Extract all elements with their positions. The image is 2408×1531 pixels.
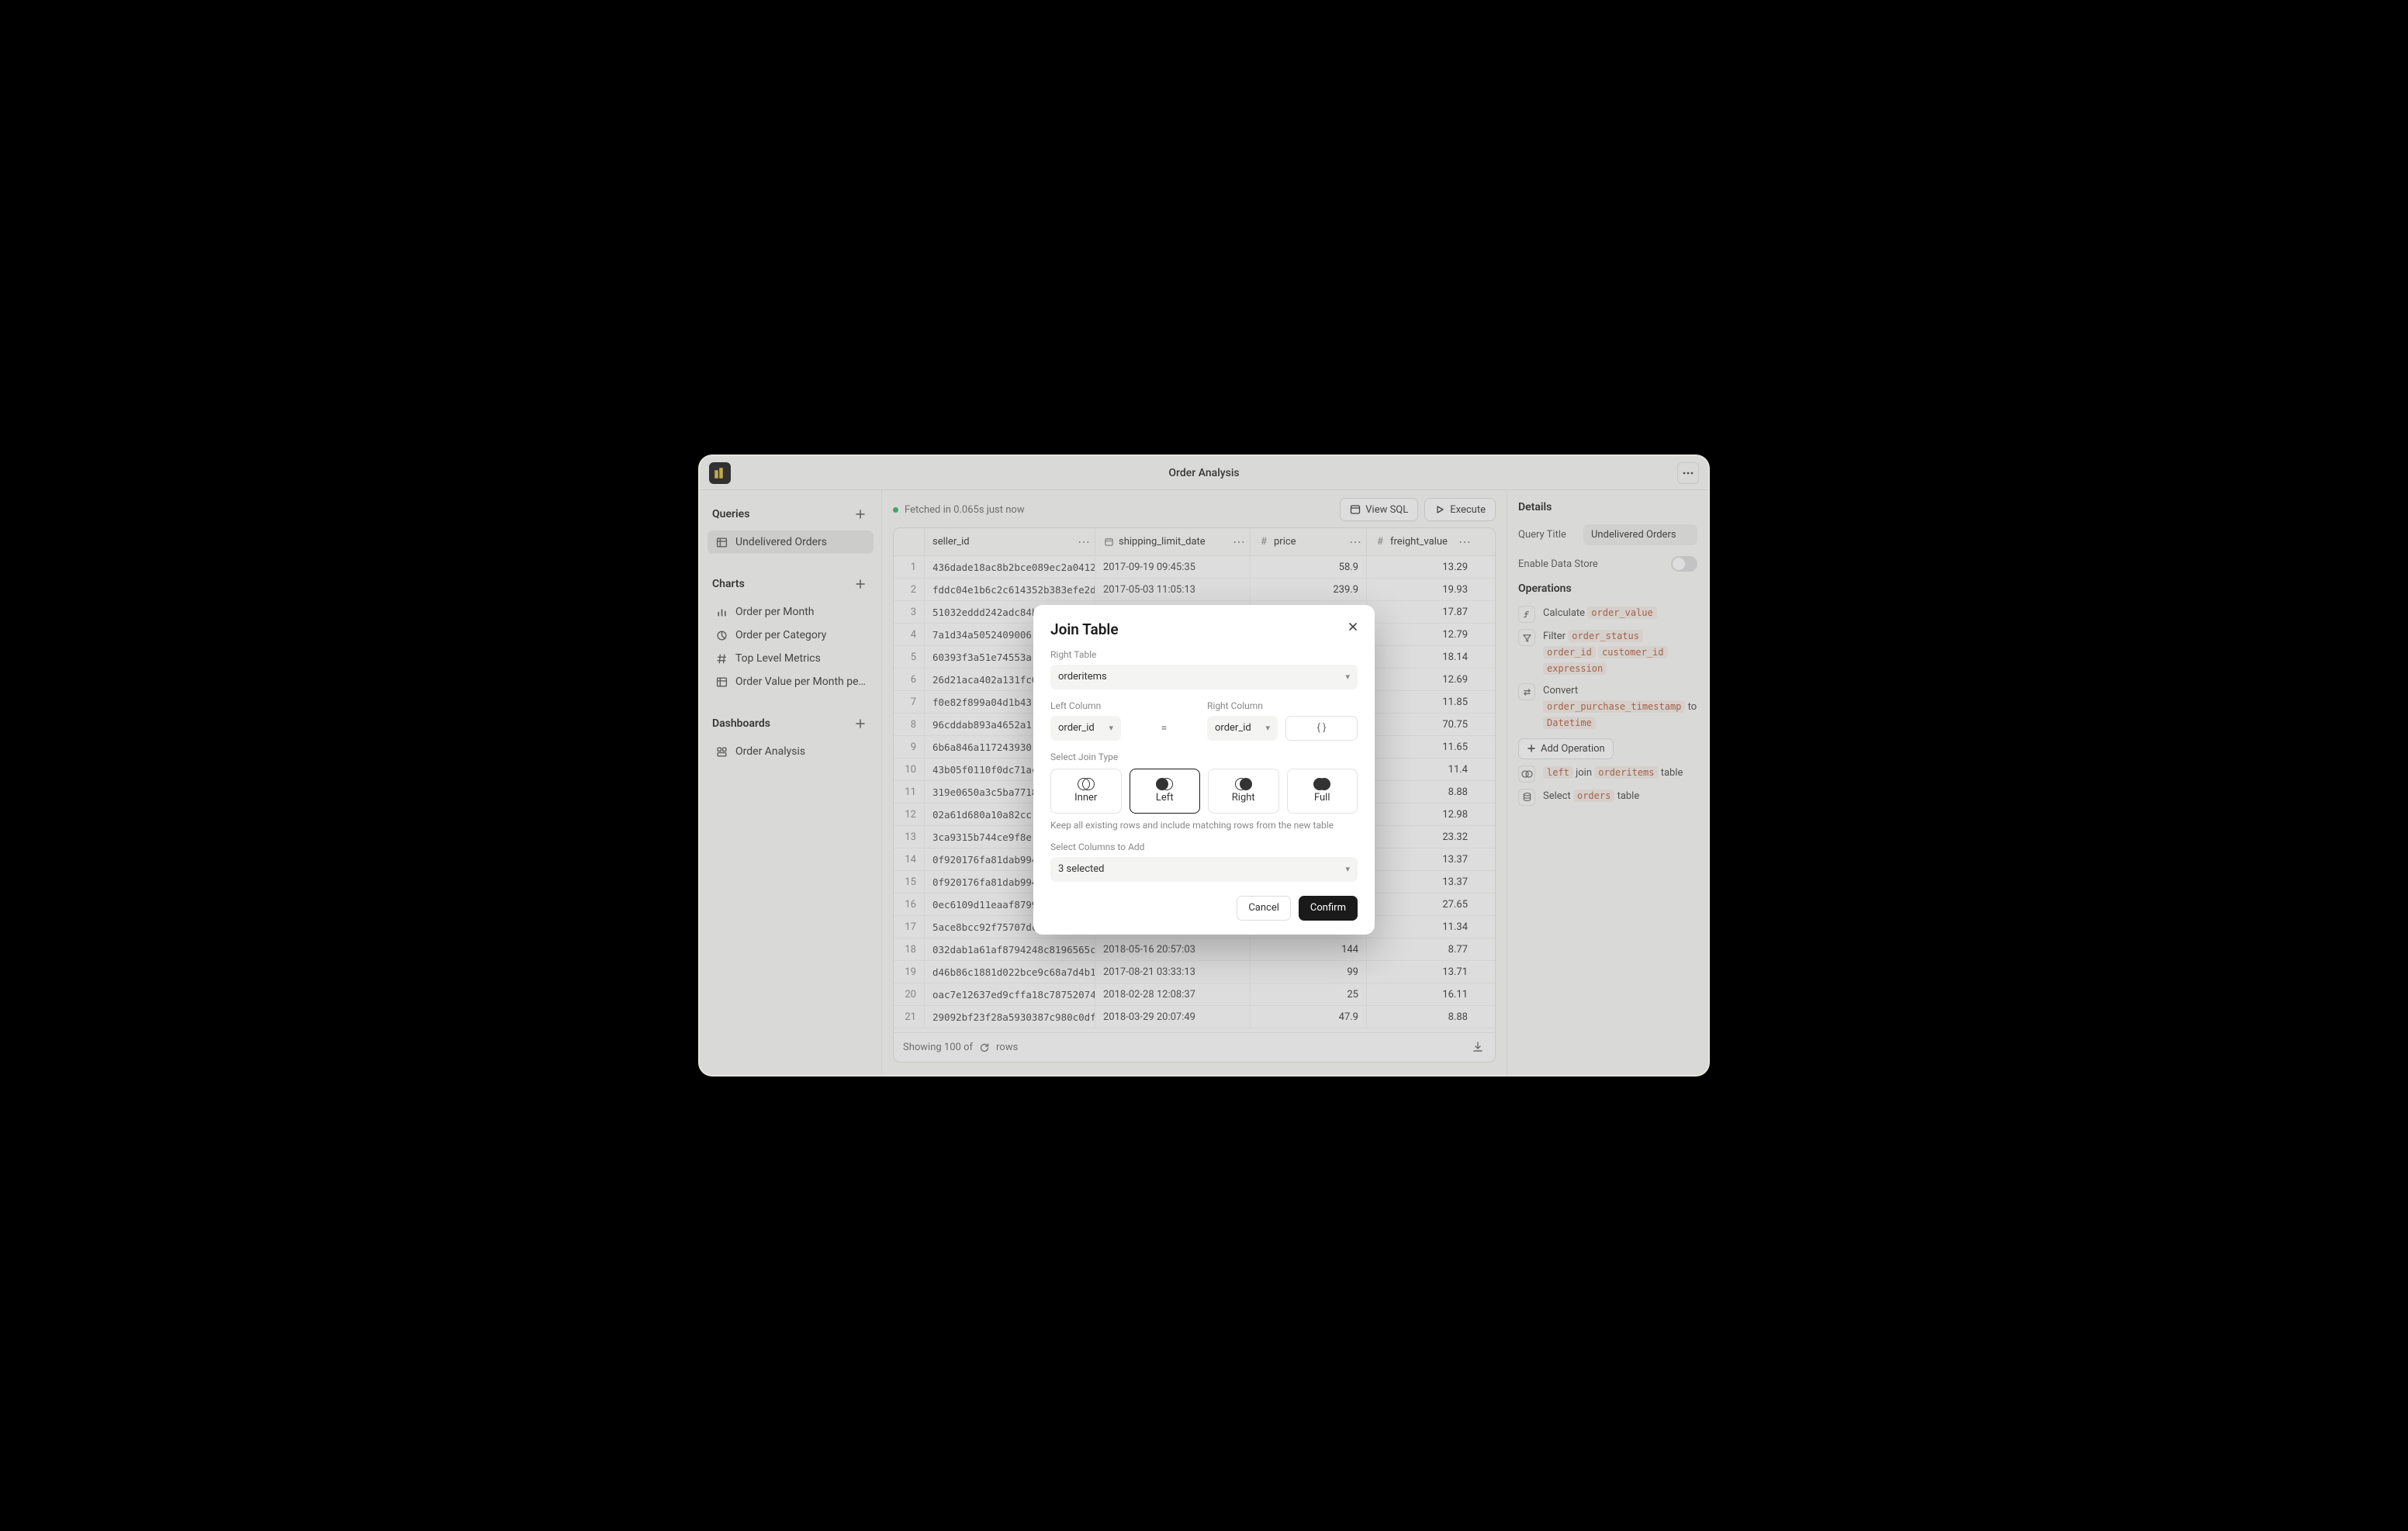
right-col-label: Right Column xyxy=(1207,700,1278,711)
venn-inner-icon xyxy=(1078,778,1095,789)
left-col-value: order_id xyxy=(1058,722,1095,734)
confirm-button[interactable]: Confirm xyxy=(1299,896,1358,921)
columns-select[interactable]: 3 selected ▾ xyxy=(1050,857,1358,882)
venn-right-icon xyxy=(1235,778,1252,789)
join-table-modal: Join Table Right Table orderitems ▾ Left… xyxy=(1033,605,1375,935)
expression-button[interactable]: { } xyxy=(1285,716,1358,741)
cancel-label: Cancel xyxy=(1248,902,1279,914)
join-hint: Keep all existing rows and include match… xyxy=(1050,820,1358,831)
modal-title: Join Table xyxy=(1050,620,1358,638)
right-column-select[interactable]: order_id ▾ xyxy=(1207,716,1278,741)
venn-left-icon xyxy=(1156,778,1173,789)
right-col-value: order_id xyxy=(1215,722,1251,734)
right-table-select[interactable]: orderitems ▾ xyxy=(1050,665,1358,689)
left-col-label: Left Column xyxy=(1050,700,1121,711)
join-right[interactable]: Right xyxy=(1208,769,1279,814)
cancel-button[interactable]: Cancel xyxy=(1237,896,1291,921)
left-column-select[interactable]: order_id ▾ xyxy=(1050,716,1121,741)
equals-label: = xyxy=(1129,722,1199,741)
join-type-label: Select Join Type xyxy=(1050,752,1358,762)
cols-value: 3 selected xyxy=(1058,863,1104,875)
braces-label: { } xyxy=(1316,722,1326,734)
join-type-group: Inner Left Right Full xyxy=(1050,769,1358,814)
close-button[interactable] xyxy=(1345,619,1361,634)
close-icon xyxy=(1348,621,1358,632)
chevron-down-icon: ▾ xyxy=(1345,672,1350,682)
modal-scrim[interactable]: Join Table Right Table orderitems ▾ Left… xyxy=(700,456,1708,1075)
join-full[interactable]: Full xyxy=(1287,769,1358,814)
right-table-label: Right Table xyxy=(1050,649,1358,660)
chevron-down-icon: ▾ xyxy=(1345,864,1350,874)
cols-label: Select Columns to Add xyxy=(1050,842,1358,852)
join-inner[interactable]: Inner xyxy=(1050,769,1122,814)
join-left[interactable]: Left xyxy=(1130,769,1201,814)
chevron-down-icon: ▾ xyxy=(1109,723,1113,733)
right-table-value: orderitems xyxy=(1058,671,1107,683)
confirm-label: Confirm xyxy=(1310,902,1346,914)
modal-footer: Cancel Confirm xyxy=(1050,896,1358,921)
venn-full-icon xyxy=(1313,778,1330,789)
app-window: Order Analysis Queries Undelivered Order… xyxy=(700,456,1708,1075)
chevron-down-icon: ▾ xyxy=(1265,723,1270,733)
